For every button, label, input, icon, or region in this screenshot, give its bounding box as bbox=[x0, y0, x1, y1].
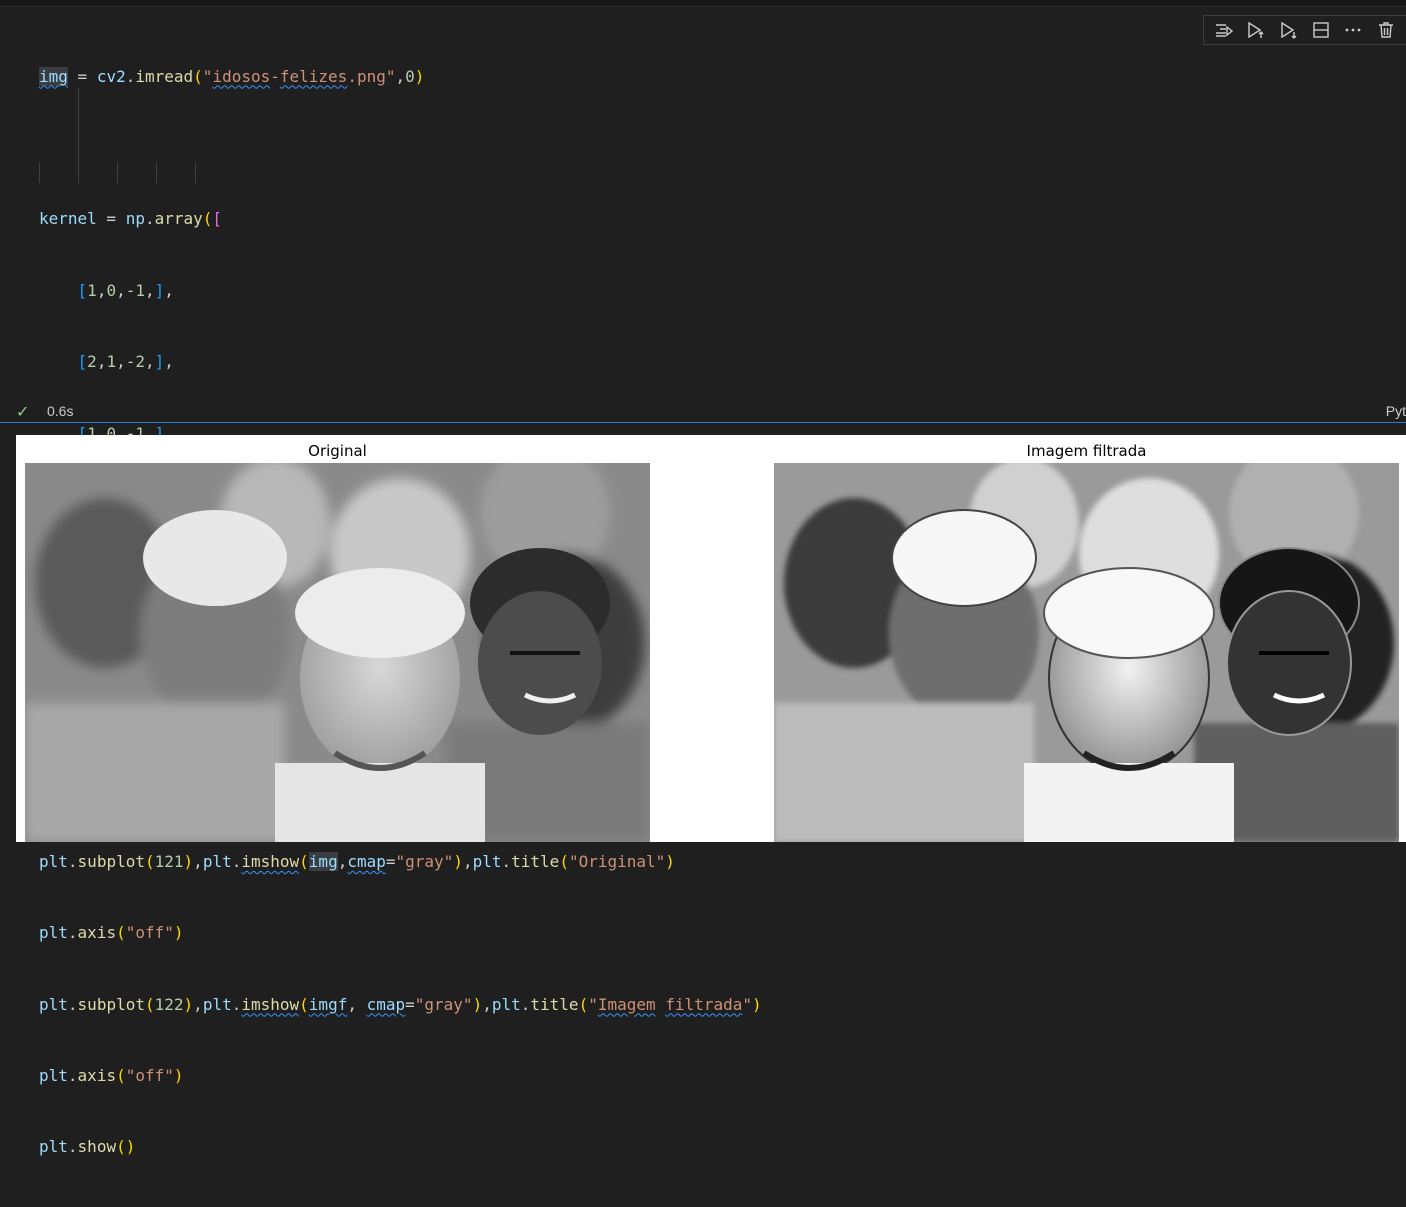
cell-language[interactable]: Pyt bbox=[1386, 403, 1406, 419]
code-line-2[interactable] bbox=[39, 136, 762, 160]
original-image bbox=[25, 463, 650, 842]
delete-cell-icon[interactable] bbox=[1373, 17, 1399, 43]
cell-output: Original Imagem filtrada bbox=[16, 435, 1406, 842]
execute-above-icon[interactable] bbox=[1243, 17, 1269, 43]
code-line-16[interactable]: plt.show() bbox=[39, 1135, 762, 1159]
run-by-line-icon[interactable] bbox=[1211, 17, 1237, 43]
execute-below-icon[interactable] bbox=[1276, 17, 1302, 43]
indent-guide bbox=[156, 162, 157, 183]
code-line-14[interactable]: plt.subplot(122),plt.imshow(imgf, cmap="… bbox=[39, 993, 762, 1017]
right-plot-title: Imagem filtrada bbox=[1026, 442, 1147, 460]
indent-guide bbox=[39, 162, 40, 183]
indent-guide bbox=[117, 162, 118, 183]
execution-time: 0.6s bbox=[47, 403, 74, 419]
success-check-icon: ✓ bbox=[16, 402, 30, 421]
token-img: img bbox=[39, 66, 68, 86]
editor-top-bar bbox=[0, 0, 1406, 7]
indent-guide bbox=[78, 88, 79, 183]
code-line-15[interactable]: plt.axis("off") bbox=[39, 1064, 762, 1088]
code-line-1[interactable]: img = cv2.imread("idosos-felizes.png",0) bbox=[39, 65, 762, 89]
cell-divider bbox=[0, 422, 1406, 423]
code-line-4[interactable]: [1,0,-1,], bbox=[39, 279, 762, 303]
split-cell-icon[interactable] bbox=[1308, 17, 1334, 43]
code-line-13[interactable]: plt.axis("off") bbox=[39, 921, 762, 945]
notebook-code-cell[interactable]: img = cv2.imread("idosos-felizes.png",0)… bbox=[0, 7, 1406, 1156]
cell-status-bar: ✓ 0.6s Pyt bbox=[0, 402, 1406, 422]
filtered-image bbox=[774, 463, 1399, 842]
code-line-12[interactable]: plt.subplot(121),plt.imshow(img,cmap="gr… bbox=[39, 850, 762, 874]
more-actions-icon[interactable] bbox=[1340, 17, 1366, 43]
code-line-5[interactable]: [2,1,-2,], bbox=[39, 350, 762, 374]
cell-toolbar bbox=[1203, 15, 1406, 45]
left-plot-title: Original bbox=[308, 442, 367, 460]
indent-guide bbox=[195, 162, 196, 183]
code-line-3[interactable]: kernel = np.array([ bbox=[39, 207, 762, 231]
